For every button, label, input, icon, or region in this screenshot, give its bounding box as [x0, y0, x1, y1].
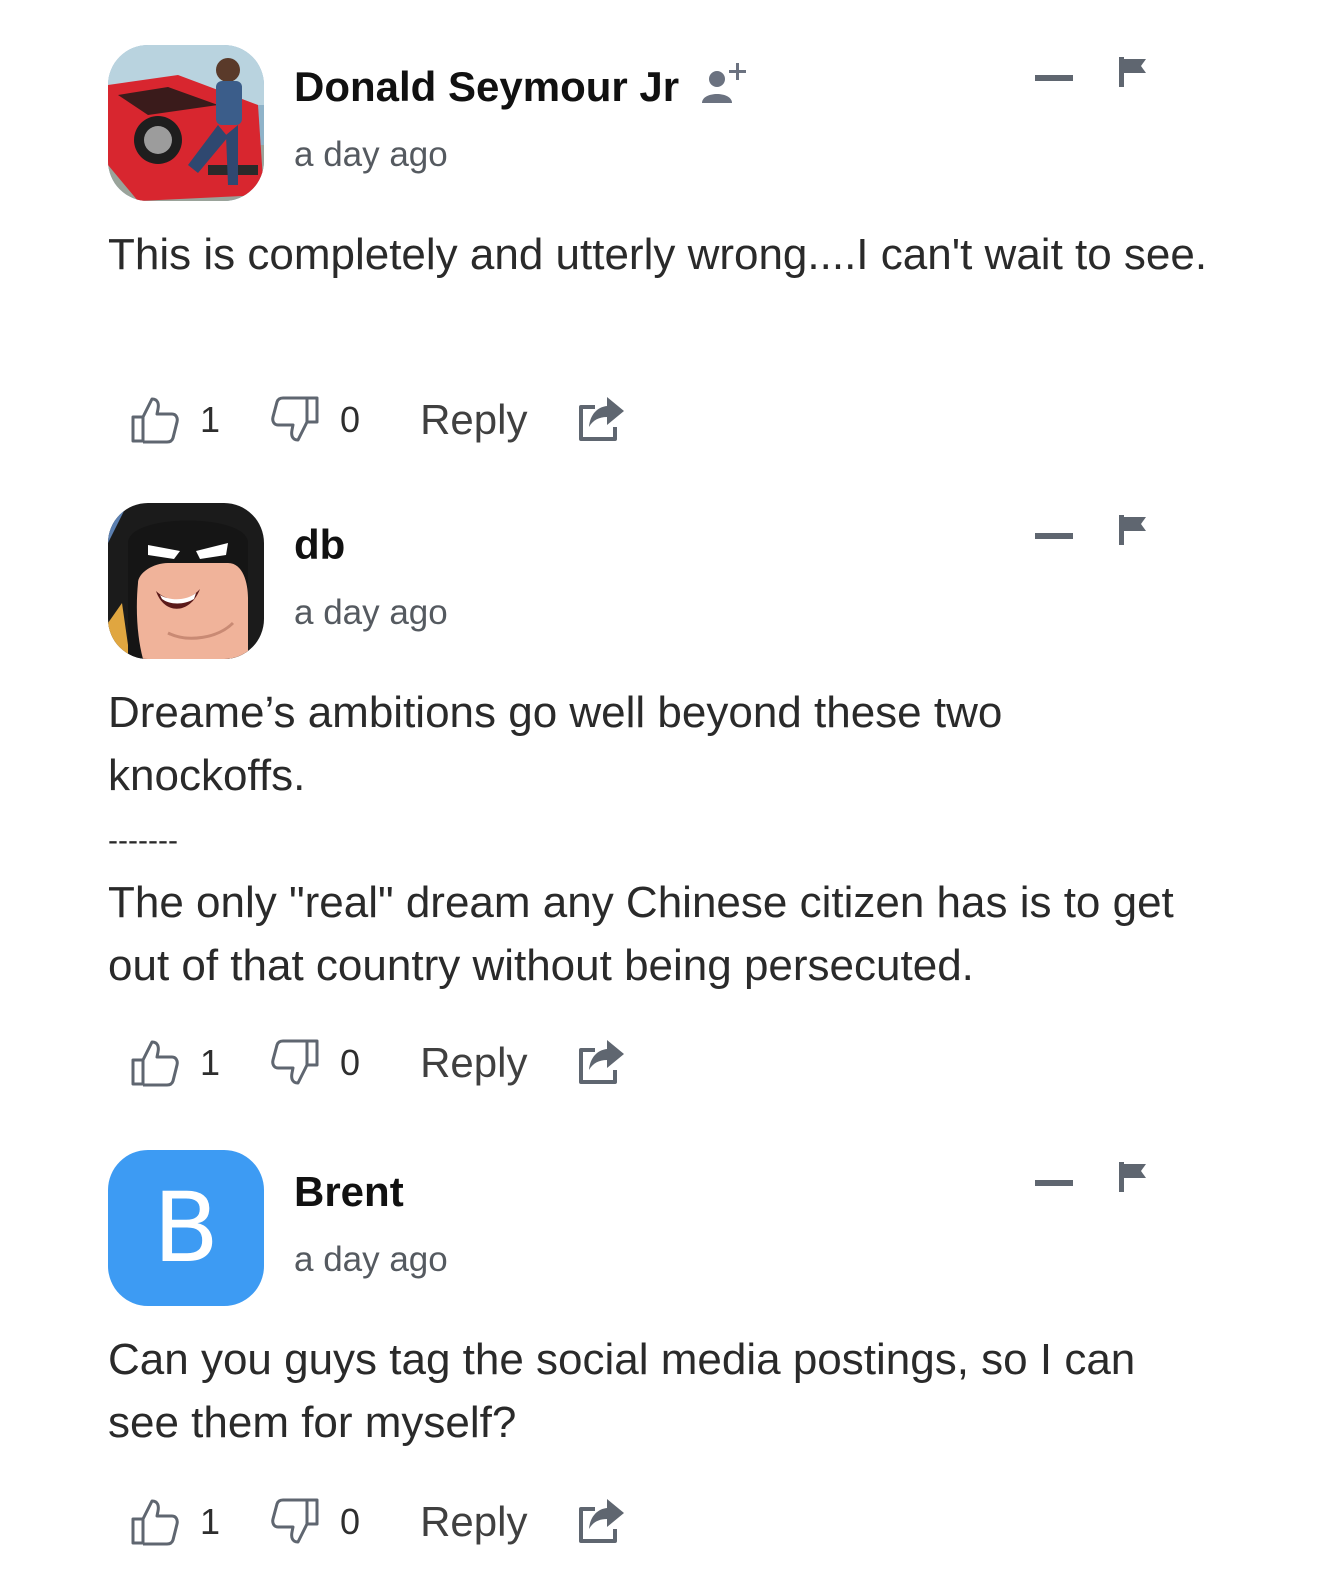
avatar[interactable]: B	[108, 1150, 264, 1306]
comment-timestamp: a day ago	[294, 1240, 448, 1279]
comment-timestamp: a day ago	[294, 593, 448, 632]
flag-icon[interactable]	[1119, 515, 1147, 545]
comment-author[interactable]: db	[294, 521, 345, 569]
comment-actions: 1 0 Reply	[130, 390, 625, 450]
thumbs-down-icon	[271, 396, 319, 442]
author-name[interactable]: Donald Seymour Jr	[294, 63, 679, 111]
comment-actions: 1 0 Reply	[130, 1033, 625, 1093]
comment-actions: 1 0 Reply	[130, 1492, 625, 1552]
author-name[interactable]: Brent	[294, 1168, 404, 1216]
avatar-letter: B	[153, 1172, 219, 1284]
dislike-count: 0	[340, 1501, 361, 1542]
like-count: 1	[200, 399, 221, 440]
share-icon	[579, 1499, 625, 1543]
dislike-count: 0	[340, 399, 361, 440]
avatar[interactable]	[108, 503, 264, 659]
dislike-button[interactable]: 0	[270, 1497, 360, 1547]
like-count: 1	[200, 1042, 221, 1083]
comment-timestamp: a day ago	[294, 135, 448, 174]
photo-avatar-image	[108, 45, 264, 201]
thumbs-up-icon	[131, 1040, 179, 1087]
author-name[interactable]: db	[294, 521, 345, 569]
reply-button[interactable]: Reply	[420, 1039, 527, 1087]
thumbs-down-icon	[271, 1498, 319, 1544]
share-button[interactable]	[577, 1040, 625, 1086]
avatar[interactable]	[108, 45, 264, 201]
share-button[interactable]	[577, 1499, 625, 1545]
comment-paragraph: Dreame’s ambitions go well beyond these …	[108, 688, 1003, 800]
collapse-icon[interactable]	[1035, 530, 1073, 542]
share-icon	[579, 1040, 625, 1084]
dislike-button[interactable]: 0	[270, 1038, 360, 1088]
comment-paragraph: This is completely and utterly wrong....…	[108, 230, 1208, 279]
flag-icon[interactable]	[1119, 57, 1147, 87]
collapse-icon[interactable]	[1035, 1177, 1073, 1189]
thumbs-up-icon	[131, 1499, 179, 1546]
collapse-icon[interactable]	[1035, 72, 1073, 84]
follow-user-icon[interactable]	[699, 63, 749, 111]
share-button[interactable]	[577, 397, 625, 443]
comment-author[interactable]: Donald Seymour Jr	[294, 63, 749, 111]
comment-body: Dreame’s ambitions go well beyond these …	[108, 681, 1208, 997]
like-button[interactable]: 1	[130, 1038, 220, 1088]
comment-body: Can you guys tag the social media postin…	[108, 1328, 1208, 1454]
comment-separator: -------	[108, 824, 178, 857]
comment-author[interactable]: Brent	[294, 1168, 404, 1216]
like-button[interactable]: 1	[130, 395, 220, 445]
comment-paragraph: Can you guys tag the social media postin…	[108, 1335, 1136, 1447]
dislike-button[interactable]: 0	[270, 395, 360, 445]
dislike-count: 0	[340, 1042, 361, 1083]
reply-button[interactable]: Reply	[420, 396, 527, 444]
flag-icon[interactable]	[1119, 1162, 1147, 1192]
cartoon-avatar-image	[108, 503, 264, 659]
reply-button[interactable]: Reply	[420, 1498, 527, 1546]
thumbs-down-icon	[271, 1039, 319, 1085]
share-icon	[579, 397, 625, 441]
like-button[interactable]: 1	[130, 1497, 220, 1547]
comment-paragraph: The only "real" dream any Chinese citize…	[108, 878, 1174, 990]
like-count: 1	[200, 1501, 221, 1542]
thumbs-up-icon	[131, 397, 179, 444]
comment-body: This is completely and utterly wrong....…	[108, 223, 1208, 286]
